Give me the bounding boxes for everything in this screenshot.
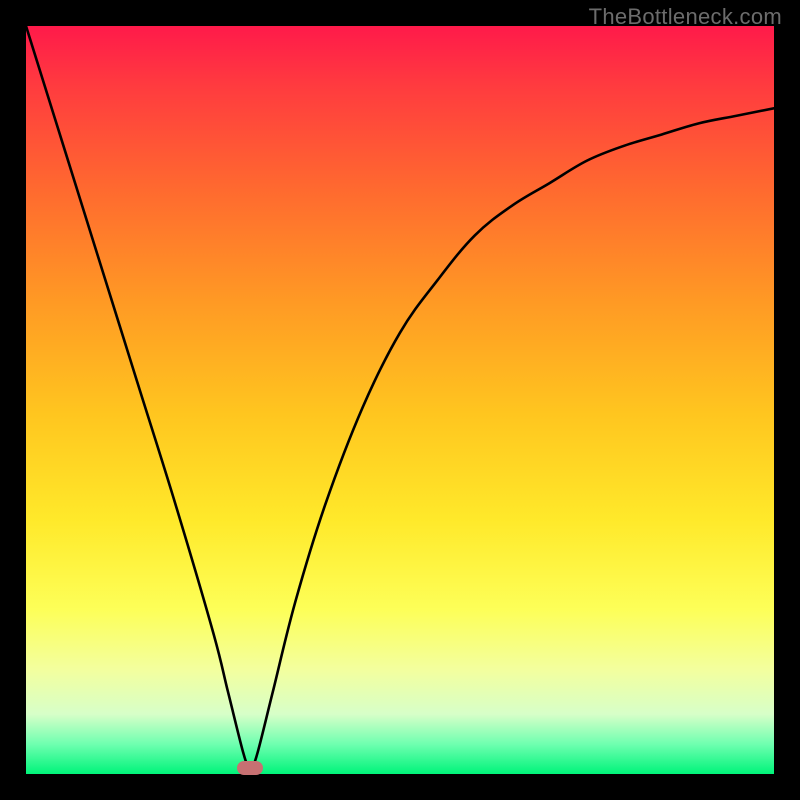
optimum-marker bbox=[237, 761, 263, 775]
plot-area bbox=[26, 26, 774, 774]
bottleneck-curve-path bbox=[26, 26, 774, 774]
chart-frame: TheBottleneck.com bbox=[0, 0, 800, 800]
curve-svg bbox=[26, 26, 774, 774]
